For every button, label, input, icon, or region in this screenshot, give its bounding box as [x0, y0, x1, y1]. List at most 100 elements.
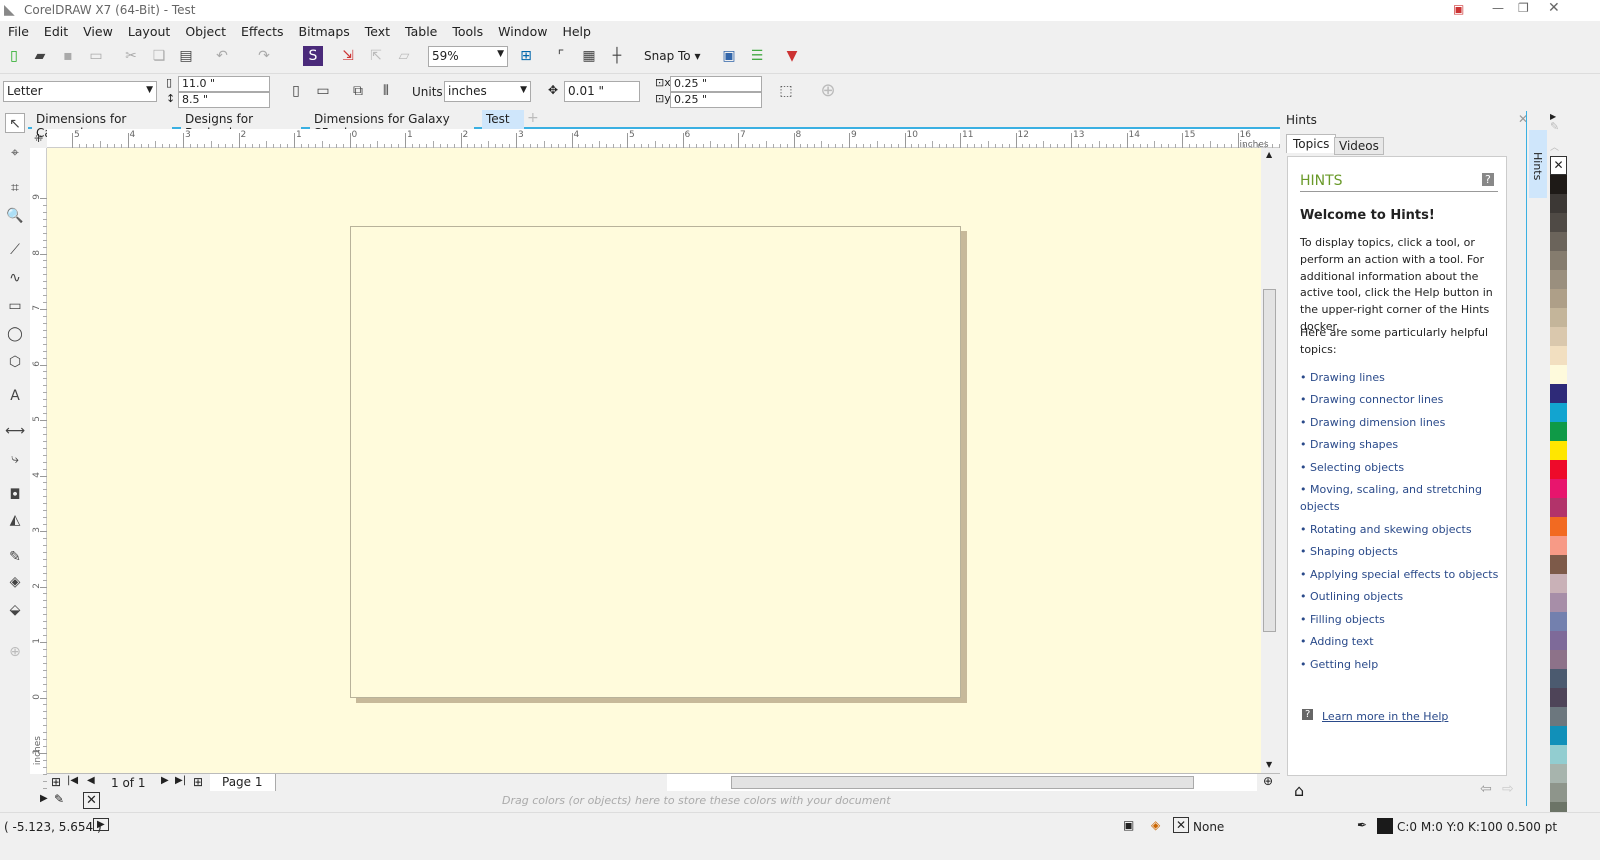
palette-menu-icon[interactable]: ▶ — [1550, 112, 1568, 121]
duplicate-x-field[interactable]: 0.25 " — [670, 76, 762, 92]
hint-topic-link[interactable]: • Filling objects — [1300, 611, 1500, 628]
hints-side-tab[interactable]: Hints — [1529, 130, 1547, 198]
color-swatch[interactable] — [1550, 289, 1567, 308]
zoom-navigator-icon[interactable]: ⊕ — [1263, 774, 1273, 788]
color-swatch[interactable] — [1550, 612, 1567, 631]
color-swatch[interactable] — [1550, 631, 1567, 650]
color-swatch[interactable] — [1550, 384, 1567, 403]
application-launcher-icon[interactable]: ▼ — [782, 46, 802, 66]
palette-menu-icon[interactable]: ▶ — [40, 793, 48, 804]
color-swatch[interactable] — [1550, 251, 1567, 270]
show-guidelines-icon[interactable]: ┼ — [607, 46, 627, 66]
shape-tool-icon[interactable]: ⌖ — [5, 143, 25, 163]
color-swatch[interactable] — [1550, 669, 1567, 688]
color-swatch[interactable] — [1550, 422, 1567, 441]
tab-document[interactable]: Dimensions for Case.cdr — [32, 110, 172, 140]
menu-tools[interactable]: Tools — [444, 21, 490, 39]
page-tab[interactable]: Page 1 — [210, 774, 276, 791]
export-icon[interactable]: ⇱ — [366, 46, 386, 66]
units-dropdown[interactable]: inches ▼ — [444, 81, 531, 102]
parallel-dimension-tool-icon[interactable]: ⟷ — [5, 421, 25, 441]
freehand-tool-icon[interactable]: ⟋ — [5, 240, 25, 260]
vertical-scrollbar[interactable]: ▲ ▼ — [1261, 148, 1279, 773]
color-swatch[interactable] — [1550, 688, 1567, 707]
color-swatch[interactable] — [1550, 365, 1567, 384]
duplicate-y-field[interactable]: 0.25 " — [670, 92, 762, 108]
restore-button[interactable]: ❐ — [1518, 1, 1529, 15]
add-icon[interactable]: ⊕ — [818, 81, 838, 101]
tab-topics[interactable]: Topics — [1286, 134, 1337, 153]
last-page-button[interactable]: ▶| — [175, 775, 186, 786]
smart-fill-tool-icon[interactable]: ⬙ — [5, 600, 25, 620]
print-icon[interactable]: ▭ — [86, 46, 106, 66]
color-swatch[interactable] — [1550, 764, 1567, 783]
color-swatch[interactable] — [1550, 308, 1567, 327]
nudge-distance-field[interactable]: 0.01 " — [564, 81, 640, 102]
color-swatch[interactable] — [1550, 650, 1567, 669]
horizontal-scroll-thumb[interactable] — [731, 776, 1194, 789]
color-swatch[interactable] — [1550, 232, 1567, 251]
ellipse-tool-icon[interactable]: ◯ — [5, 324, 25, 344]
eyedropper-tool-icon[interactable]: ✎ — [5, 547, 25, 567]
color-swatch[interactable] — [1550, 517, 1567, 536]
color-swatch[interactable] — [1550, 194, 1567, 213]
close-button[interactable]: ✕ — [1548, 0, 1560, 16]
crop-tool-icon[interactable]: ⌗ — [5, 178, 25, 198]
page-size-dropdown[interactable]: Letter ▼ — [3, 81, 157, 102]
color-swatch[interactable] — [1550, 707, 1567, 726]
color-palette[interactable]: ▶ ✎ ︿ ✕ — [1550, 112, 1568, 840]
color-swatch[interactable] — [1550, 574, 1567, 593]
add-tool-tool-icon[interactable]: ⊕ — [5, 642, 25, 662]
prev-page-button[interactable]: ◀ — [87, 775, 95, 786]
hint-topic-link[interactable]: • Drawing shapes — [1300, 436, 1500, 453]
cut-icon[interactable]: ✂ — [121, 46, 141, 66]
menu-window[interactable]: Window — [490, 21, 554, 39]
vertical-ruler[interactable]: 9 8 7 6 5 4 3 2 1 0 1 inches — [30, 148, 47, 803]
learn-more-link[interactable]: Learn more in the Help — [1322, 710, 1448, 723]
no-color-swatch[interactable]: ✕ — [83, 792, 100, 809]
vertical-scroll-thumb[interactable] — [1263, 289, 1276, 632]
menu-object[interactable]: Object — [177, 21, 233, 39]
drop-shadow-tool-icon[interactable]: ◘ — [5, 485, 25, 505]
menu-bitmaps[interactable]: Bitmaps — [291, 21, 357, 39]
corel-connect-icon[interactable]: S — [303, 46, 323, 66]
menu-text[interactable]: Text — [357, 21, 397, 39]
color-swatch[interactable] — [1550, 593, 1567, 612]
current-page-icon[interactable]: ⫴ — [376, 81, 396, 101]
hint-topic-link[interactable]: • Selecting objects — [1300, 459, 1500, 476]
add-page-after-icon[interactable]: ⊞ — [193, 775, 203, 789]
portrait-icon[interactable]: ▯ — [286, 81, 306, 101]
pick-tool-icon[interactable]: ↖ — [5, 113, 25, 133]
palette-scroll-up-icon[interactable]: ︿ — [1550, 140, 1568, 156]
color-swatch[interactable] — [1550, 479, 1567, 498]
forward-icon[interactable]: ⇨ — [1502, 781, 1514, 797]
hint-topic-link[interactable]: • Applying special effects to objects — [1300, 566, 1500, 583]
hint-topic-link[interactable]: • Outlining objects — [1300, 588, 1500, 605]
redo-icon[interactable]: ↷ — [254, 46, 274, 66]
hint-topic-link[interactable]: • Drawing connector lines — [1300, 391, 1500, 408]
next-page-button[interactable]: ▶ — [161, 775, 169, 786]
user-icon[interactable]: ▣ — [1453, 2, 1464, 16]
save-icon[interactable]: ▪ — [58, 46, 78, 66]
welcome-screen-icon[interactable]: ▣ — [719, 46, 739, 66]
document-palette[interactable]: ▶ ✎ ✕ Drag colors (or objects) here to s… — [30, 791, 1280, 811]
menu-file[interactable]: File — [0, 21, 36, 39]
menu-layout[interactable]: Layout — [120, 21, 178, 39]
hint-topic-link[interactable]: • Drawing lines — [1300, 369, 1500, 386]
color-swatch[interactable] — [1550, 175, 1567, 194]
all-pages-icon[interactable]: ⧉ — [348, 81, 368, 101]
eyedropper-icon[interactable]: ✎ — [54, 792, 64, 806]
fill-none-swatch[interactable]: ✕ — [1173, 817, 1189, 833]
minimize-button[interactable]: — — [1492, 1, 1504, 15]
options-icon[interactable]: ☰ — [747, 46, 767, 66]
zoom-level-dropdown[interactable]: 59% ▼ — [428, 46, 508, 67]
color-swatch[interactable] — [1550, 460, 1567, 479]
hint-topic-link[interactable]: • Drawing dimension lines — [1300, 414, 1500, 431]
transparency-tool-icon[interactable]: ◭ — [5, 510, 25, 530]
color-swatch[interactable] — [1550, 270, 1567, 289]
color-swatch[interactable] — [1550, 441, 1567, 460]
help-button[interactable]: ? — [1482, 173, 1494, 186]
home-icon[interactable]: ⌂ — [1294, 781, 1304, 800]
color-swatch[interactable] — [1550, 498, 1567, 517]
open-icon[interactable]: ▰ — [30, 46, 50, 66]
